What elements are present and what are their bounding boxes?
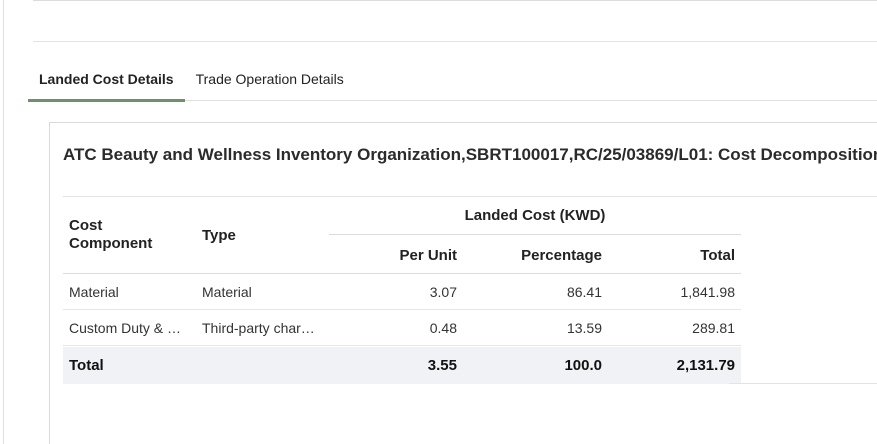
- tab-bar: Landed Cost Details Trade Operation Deta…: [28, 58, 877, 102]
- cost-decomposition-panel: ATC Beauty and Wellness Inventory Organi…: [49, 122, 877, 444]
- table-row[interactable]: Custom Duty & … Third-party char… 0.48 1…: [63, 310, 741, 346]
- cell-type: Third-party char…: [202, 320, 315, 336]
- page: Landed Cost Details Trade Operation Deta…: [0, 0, 877, 444]
- cell-component: Custom Duty & …: [69, 320, 182, 336]
- header-type[interactable]: Type: [202, 227, 236, 244]
- cell-percentage: 86.41: [566, 284, 602, 300]
- total-total: 2,131.79: [676, 356, 735, 374]
- cell-total: 289.81: [692, 320, 735, 336]
- header-per-unit[interactable]: Per Unit: [329, 247, 457, 264]
- cell-per-unit: 0.48: [429, 320, 457, 336]
- panel-divider: [729, 383, 877, 384]
- total-label: Total: [69, 356, 104, 374]
- table-row[interactable]: Material Material 3.07 86.41 1,841.98: [63, 274, 741, 310]
- tab-landed-cost-details[interactable]: Landed Cost Details: [28, 58, 185, 102]
- cell-per-unit: 3.07: [429, 284, 457, 300]
- header-total[interactable]: Total: [608, 247, 735, 264]
- header-cost-component[interactable]: Cost Component: [69, 217, 179, 253]
- cell-percentage: 13.59: [566, 320, 602, 336]
- top-divider: [33, 41, 877, 42]
- header-percentage[interactable]: Percentage: [463, 247, 602, 264]
- tab-trade-operation-details[interactable]: Trade Operation Details: [185, 58, 355, 100]
- cell-total: 1,841.98: [680, 284, 736, 300]
- panel-title: ATC Beauty and Wellness Inventory Organi…: [63, 145, 877, 164]
- cell-component: Material: [69, 284, 119, 300]
- total-per-unit: 3.55: [427, 356, 457, 374]
- outer-border: [3, 0, 4, 444]
- top-card: [33, 0, 877, 1]
- header-landed-cost-group: Landed Cost (KWD): [329, 197, 741, 235]
- total-row: Total 3.55 100.0 2,131.79: [63, 347, 741, 384]
- cell-type: Material: [202, 284, 252, 300]
- total-percentage: 100.0: [564, 356, 602, 374]
